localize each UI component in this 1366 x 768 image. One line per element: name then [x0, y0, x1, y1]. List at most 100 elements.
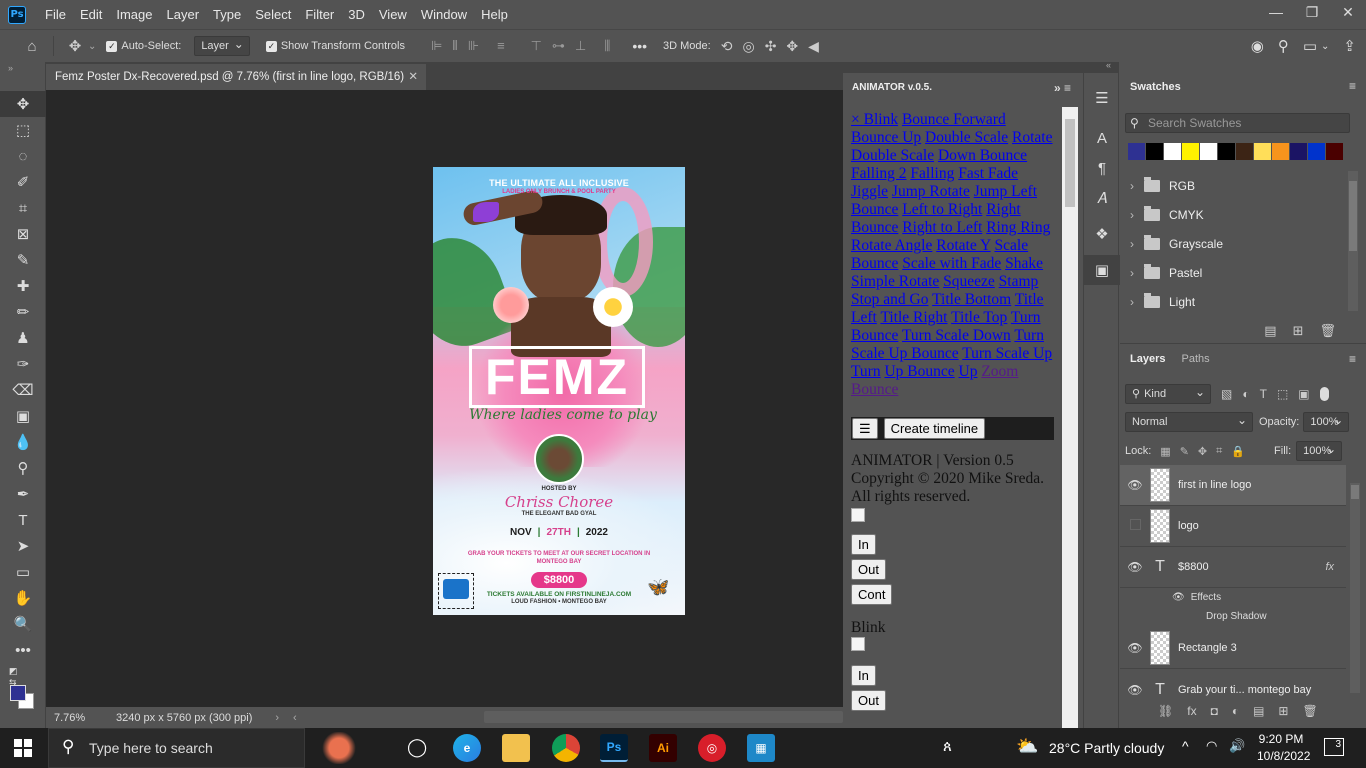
animation-link[interactable]: Up — [959, 363, 978, 380]
animation-link[interactable]: Simple Rotate — [851, 273, 939, 290]
task-view-icon[interactable]: ◯ — [407, 737, 427, 758]
menu-edit[interactable]: Edit — [73, 0, 109, 29]
color-swatch[interactable] — [1164, 143, 1181, 160]
3d-rotate-icon[interactable]: ⟲ — [721, 38, 733, 55]
chevron-down-icon[interactable]: ⌄ — [88, 41, 96, 52]
scroll-left-icon[interactable]: ‹ — [293, 712, 297, 724]
chrome-icon[interactable] — [552, 734, 580, 762]
align-top-icon[interactable]: ⊤ — [531, 38, 542, 54]
blink-out-button[interactable]: Out — [851, 690, 886, 711]
stamp-tool-icon[interactable]: ♟ — [0, 325, 46, 351]
animation-link[interactable]: Jump Rotate — [892, 183, 970, 200]
new-layer-icon[interactable]: ⊞ — [1278, 704, 1288, 718]
color-swatch[interactable] — [1128, 143, 1145, 160]
poster-artwork[interactable]: THE ULTIMATE ALL INCLUSIVE LADIES ONLY B… — [433, 167, 685, 615]
filter-toggle[interactable] — [1319, 387, 1329, 401]
eye-icon[interactable]: 👁 — [1120, 478, 1150, 492]
animation-link[interactable]: × Blink — [851, 111, 898, 128]
clock[interactable]: 9:20 PM 10/8/2022 — [1257, 731, 1310, 765]
color-swatch[interactable] — [1326, 143, 1343, 160]
windows-start-icon[interactable] — [14, 739, 32, 757]
animation-link[interactable]: Fast Fade — [958, 165, 1018, 182]
default-colors-icon[interactable]: ◩ ⇆ — [9, 666, 23, 687]
lock-artboard-icon[interactable]: ⌗ — [1216, 445, 1222, 458]
animation-link[interactable]: Falling — [910, 165, 954, 182]
menu-layer[interactable]: Layer — [160, 0, 207, 29]
animation-link[interactable]: Right to Left — [902, 219, 982, 236]
animation-link[interactable]: Scale with Fade — [902, 255, 1001, 272]
swatch-group-cmyk[interactable]: › CMYK — [1130, 200, 1345, 229]
move-tool-icon[interactable]: ✥ — [0, 91, 46, 117]
frame-tool-icon[interactable]: ⊠ — [0, 221, 46, 247]
animation-link[interactable]: Falling 2 — [851, 165, 907, 182]
plugin-icon[interactable]: ❖ — [1084, 219, 1120, 249]
tab-layers[interactable]: Layers — [1120, 353, 1175, 365]
align-bottom-icon[interactable]: ⊥ — [575, 38, 586, 54]
layers-scrollbar[interactable] — [1350, 483, 1360, 693]
3d-pan-icon[interactable]: ✣ — [765, 38, 777, 55]
eye-hidden-icon[interactable] — [1120, 519, 1150, 533]
new-swatch-icon[interactable]: ⊞ — [1293, 323, 1304, 339]
drop-shadow-row[interactable]: Drop Shadow — [1206, 611, 1267, 622]
layer-row[interactable]: 👁 Rectangle 3 — [1120, 628, 1346, 669]
weather-text[interactable]: 28°C Partly cloudy — [1049, 740, 1164, 756]
menu-image[interactable]: Image — [109, 0, 159, 29]
marquee-tool-icon[interactable]: ⬚ — [0, 117, 46, 143]
panel-menu-icon[interactable]: ≡ — [1349, 352, 1356, 366]
eye-icon[interactable]: 👁 — [1120, 683, 1150, 697]
auto-select-checkbox[interactable]: ✓ — [106, 40, 118, 52]
menu-type[interactable]: Type — [206, 0, 248, 29]
more-tools-icon[interactable]: ••• — [0, 637, 46, 663]
menu-filter[interactable]: Filter — [298, 0, 341, 29]
paragraph-icon[interactable]: ¶ — [1084, 153, 1120, 183]
pen-tool-icon[interactable]: ✒ — [0, 481, 46, 507]
close-icon[interactable]: ✕ — [1330, 0, 1366, 24]
animation-link[interactable]: Rotate Y — [936, 237, 990, 254]
crop-tool-icon[interactable]: ⌗ — [0, 195, 46, 221]
lock-pixels-icon[interactable]: ✎ — [1180, 445, 1189, 458]
tray-chevron-icon[interactable]: ^ — [1182, 738, 1189, 754]
blink-in-button[interactable]: In — [851, 665, 876, 686]
layer-row[interactable]: 👁 first in line logo — [1120, 465, 1346, 506]
eye-icon[interactable]: 👁 — [1120, 560, 1150, 574]
wifi-icon[interactable]: ◠ — [1206, 738, 1217, 754]
animation-link[interactable]: Turn Scale Down — [902, 327, 1011, 344]
lock-all-icon[interactable]: 🔒 — [1231, 445, 1245, 458]
color-swatch[interactable] — [1218, 143, 1235, 160]
foreground-color-icon[interactable] — [10, 685, 26, 701]
volume-icon[interactable]: 🔊 — [1229, 738, 1245, 754]
filter-smart-icon[interactable]: ▣ — [1298, 387, 1309, 401]
layer-row[interactable]: logo — [1120, 506, 1346, 547]
eye-icon[interactable]: 👁 — [1172, 592, 1185, 603]
animation-link[interactable]: Double Scale — [925, 129, 1008, 146]
delete-icon[interactable]: 🗑 — [1319, 323, 1336, 339]
mask-icon[interactable]: ◘ — [1211, 704, 1218, 718]
scrollbar-thumb[interactable] — [1065, 119, 1075, 207]
swatch-group-pastel[interactable]: › Pastel — [1130, 258, 1345, 287]
animation-link[interactable]: Title Right — [880, 309, 947, 326]
animation-link[interactable]: Left to Right — [902, 201, 982, 218]
document-tab[interactable]: Femz Poster Dx-Recovered.psd @ 7.76% (fi… — [46, 64, 426, 90]
animation-link[interactable]: Title Bottom — [932, 291, 1011, 308]
link-icon[interactable]: ⛓ — [1158, 704, 1173, 718]
animation-link[interactable]: Shake — [1005, 255, 1043, 272]
swatches-scrollbar[interactable] — [1348, 171, 1358, 311]
new-group-icon[interactable]: ▤ — [1264, 323, 1276, 339]
opacity-input[interactable]: 100% — [1303, 411, 1350, 432]
out-button[interactable]: Out — [851, 559, 886, 580]
menu-view[interactable]: View — [372, 0, 414, 29]
taskbar-search-input[interactable]: Type here to search — [48, 728, 305, 768]
animation-link[interactable]: Double Scale — [851, 147, 934, 164]
adjustments-icon[interactable]: ☰ — [1084, 83, 1120, 113]
animation-link[interactable]: Stop and Go — [851, 291, 929, 308]
panel-menu-icon[interactable]: ≡ — [1349, 79, 1356, 93]
eraser-tool-icon[interactable]: ⌫ — [0, 377, 46, 403]
swatch-group-rgb[interactable]: › RGB — [1130, 171, 1345, 200]
app-icon[interactable]: ◎ — [698, 734, 726, 762]
color-swatch[interactable] — [1236, 143, 1253, 160]
quick-select-tool-icon[interactable]: ✐ — [0, 169, 46, 195]
animation-link[interactable]: Rotate — [1012, 129, 1052, 146]
create-timeline-button[interactable]: Create timeline — [883, 418, 986, 439]
close-tab-icon[interactable]: ✕ — [408, 64, 418, 90]
edge-icon[interactable]: e — [453, 734, 481, 762]
